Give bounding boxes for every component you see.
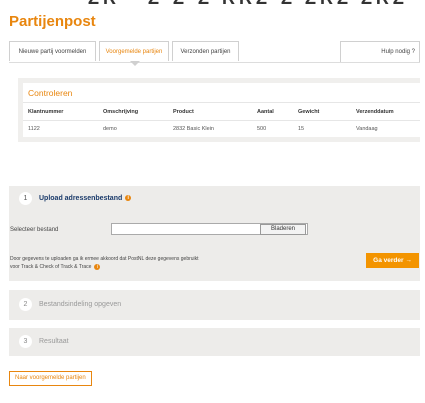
help-link[interactable]: Hulp nodig ? (340, 41, 420, 62)
tab-label: Voorgemelde partijen (105, 49, 163, 55)
consent-notice: Door gegevens te uploaden ga ik ermee ak… (10, 255, 260, 271)
column-header: Klantnummer (28, 109, 64, 115)
cropped-header-text: ZR · Z·Z·Z RRZ·Z ZRZ ZRZ (0, 0, 425, 6)
column-header: Aantal (257, 109, 274, 115)
file-label: Selecteer bestand (10, 227, 59, 233)
step-bestandsindeling[interactable]: 2 Bestandsindeling opgeven (9, 290, 420, 320)
info-icon[interactable]: i (125, 195, 132, 202)
step-title: Bestandsindeling opgeven (39, 301, 122, 308)
step-number: 2 (19, 298, 32, 311)
step-number: 1 (19, 192, 32, 205)
controleren-title: Controleren (28, 88, 73, 98)
tab-bar: Nieuwe partij voormelden Voorgemelde par… (9, 41, 420, 66)
arrow-right-icon: → (405, 257, 412, 264)
tab-voorgemelde-partijen[interactable]: Voorgemelde partijen (99, 41, 169, 66)
info-icon[interactable]: i (94, 263, 101, 270)
step-title-text: Upload adressenbestand (39, 195, 123, 202)
continue-button[interactable]: Ga verder → (366, 253, 419, 268)
continue-label: Ga verder (373, 257, 404, 264)
column-header: Omschrijving (103, 109, 139, 115)
table-cell: Vandaag (356, 126, 378, 132)
notice-line-2: voor Track & Check of Track & Trace i (10, 263, 260, 271)
browse-button[interactable]: Bladeren (260, 224, 306, 235)
notice-line-text: voor Track & Check of Track & Trace (10, 264, 92, 270)
step-title: Resultaat (39, 338, 69, 345)
table-cell: demo (103, 126, 117, 132)
table-cell: 15 (298, 126, 305, 132)
column-header: Gewicht (298, 109, 320, 115)
table-cell: 500 (257, 126, 267, 132)
notice-line: Door gegevens te uploaden ga ik ermee ak… (10, 256, 199, 262)
page-title: Partijenpost (9, 13, 96, 30)
tab-nieuwe-partij[interactable]: Nieuwe partij voormelden (9, 41, 96, 61)
table-cell: 1122 (28, 126, 40, 132)
column-header: Product (173, 109, 194, 115)
column-header: Verzenddatum (356, 109, 394, 115)
divider (23, 120, 420, 121)
step-number: 3 (19, 335, 32, 348)
controleren-panel: Controleren Klantnummer Omschrijving Pro… (18, 78, 420, 142)
back-to-voorgemelde-button[interactable]: Naar voorgemelde partijen (9, 371, 92, 386)
divider (23, 102, 420, 103)
tab-verzonden-partijen[interactable]: Verzonden partijen (172, 41, 239, 61)
step-resultaat[interactable]: 3 Resultaat (9, 328, 420, 356)
active-tab-caret-icon (130, 61, 140, 66)
step-title: Upload adressenbestand i (39, 195, 132, 202)
table-cell: 2832 Basic Klein (173, 126, 214, 132)
